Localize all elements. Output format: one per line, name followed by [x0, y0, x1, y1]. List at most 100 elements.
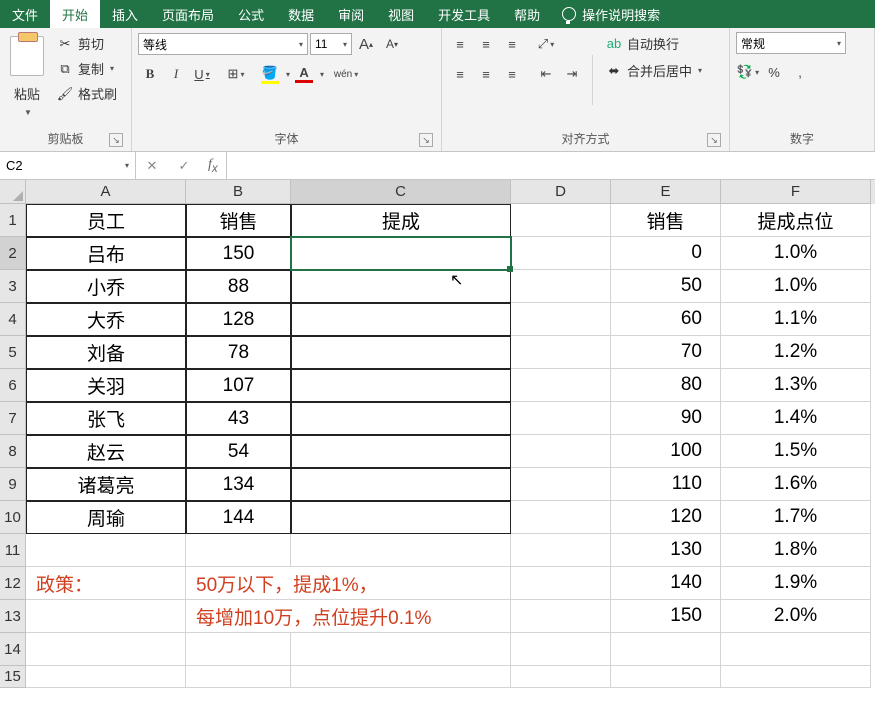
- cell[interactable]: [291, 534, 511, 567]
- cell-active[interactable]: [291, 237, 511, 270]
- cell[interactable]: 1.5%: [721, 435, 871, 468]
- alignment-dialog-launcher[interactable]: ↘: [707, 133, 721, 147]
- col-header-D[interactable]: D: [511, 180, 611, 204]
- tab-review[interactable]: 审阅: [326, 0, 376, 28]
- cell[interactable]: 政策：: [26, 567, 186, 600]
- cell[interactable]: [511, 303, 611, 336]
- align-middle-button[interactable]: ≡: [474, 32, 498, 56]
- cell[interactable]: [511, 402, 611, 435]
- cell[interactable]: 每增加10万，点位提升0.1%: [186, 600, 511, 633]
- row-header-1[interactable]: 1: [0, 204, 26, 237]
- align-center-button[interactable]: ≡: [474, 62, 498, 86]
- merge-center-button[interactable]: ⬌ 合并后居中▾: [601, 59, 706, 82]
- cell[interactable]: 小乔: [26, 270, 186, 303]
- format-painter-button[interactable]: 🖌 格式刷: [52, 82, 121, 105]
- cell[interactable]: [511, 567, 611, 600]
- col-header-B[interactable]: B: [186, 180, 291, 204]
- cell[interactable]: [26, 600, 186, 633]
- cell[interactable]: 0: [611, 237, 721, 270]
- cell[interactable]: [291, 303, 511, 336]
- comma-format-button[interactable]: ,: [788, 60, 812, 84]
- percent-format-button[interactable]: %: [762, 60, 786, 84]
- cell[interactable]: [291, 633, 511, 666]
- cell[interactable]: [611, 666, 721, 688]
- cell[interactable]: 提成点位: [721, 204, 871, 237]
- row-header-9[interactable]: 9: [0, 468, 26, 501]
- cell[interactable]: [291, 336, 511, 369]
- tell-me-search[interactable]: 操作说明搜索: [552, 0, 670, 28]
- cell[interactable]: 1.2%: [721, 336, 871, 369]
- tab-insert[interactable]: 插入: [100, 0, 150, 28]
- fx-icon[interactable]: fx: [200, 157, 226, 175]
- cell[interactable]: [26, 666, 186, 688]
- cell[interactable]: 43: [186, 402, 291, 435]
- cell[interactable]: 88: [186, 270, 291, 303]
- col-header-F[interactable]: F: [721, 180, 871, 204]
- bold-button[interactable]: B: [138, 62, 162, 86]
- paste-button[interactable]: 粘贴▼: [6, 32, 48, 120]
- tab-file[interactable]: 文件: [0, 0, 50, 28]
- cell[interactable]: [511, 666, 611, 688]
- cell[interactable]: 144: [186, 501, 291, 534]
- row-header-6[interactable]: 6: [0, 369, 26, 402]
- cell[interactable]: 1.0%: [721, 237, 871, 270]
- align-bottom-button[interactable]: ≡: [500, 32, 524, 56]
- cell[interactable]: [511, 501, 611, 534]
- cell[interactable]: [291, 270, 511, 303]
- phonetic-guide-button[interactable]: wén▾: [334, 62, 358, 86]
- tab-formula[interactable]: 公式: [226, 0, 276, 28]
- cell[interactable]: 1.0%: [721, 270, 871, 303]
- increase-indent-button[interactable]: ⇥: [560, 62, 584, 86]
- col-header-A[interactable]: A: [26, 180, 186, 204]
- tab-home[interactable]: 开始: [50, 0, 100, 28]
- cell[interactable]: [291, 435, 511, 468]
- cell[interactable]: [511, 633, 611, 666]
- font-name-select[interactable]: 等线▾: [138, 33, 308, 55]
- cell[interactable]: [511, 336, 611, 369]
- cell[interactable]: 60: [611, 303, 721, 336]
- cell[interactable]: [511, 600, 611, 633]
- align-right-button[interactable]: ≡: [500, 62, 524, 86]
- fill-color-button[interactable]: 🪣: [258, 64, 282, 85]
- cell[interactable]: [511, 204, 611, 237]
- cell[interactable]: [721, 666, 871, 688]
- cell[interactable]: 50: [611, 270, 721, 303]
- cancel-formula-button[interactable]: ✕: [136, 152, 168, 179]
- cell[interactable]: 70: [611, 336, 721, 369]
- tab-developer[interactable]: 开发工具: [426, 0, 502, 28]
- cell[interactable]: 周瑜: [26, 501, 186, 534]
- cell[interactable]: [291, 369, 511, 402]
- cell[interactable]: 销售: [186, 204, 291, 237]
- cell[interactable]: 员工: [26, 204, 186, 237]
- row-header-8[interactable]: 8: [0, 435, 26, 468]
- copy-button[interactable]: ⧉ 复制▾: [52, 57, 121, 80]
- cell[interactable]: [721, 633, 871, 666]
- cell[interactable]: 1.3%: [721, 369, 871, 402]
- cell[interactable]: 150: [186, 237, 291, 270]
- name-box[interactable]: C2▾: [0, 152, 136, 179]
- row-header-7[interactable]: 7: [0, 402, 26, 435]
- italic-button[interactable]: I: [164, 62, 188, 86]
- row-header-13[interactable]: 13: [0, 600, 26, 633]
- cell[interactable]: 1.7%: [721, 501, 871, 534]
- orientation-button[interactable]: ⤢▾: [534, 32, 558, 56]
- wrap-text-button[interactable]: ab 自动换行: [601, 32, 706, 55]
- tab-data[interactable]: 数据: [276, 0, 326, 28]
- cell[interactable]: 150: [611, 600, 721, 633]
- row-header-3[interactable]: 3: [0, 270, 26, 303]
- cell[interactable]: 1.1%: [721, 303, 871, 336]
- row-header-11[interactable]: 11: [0, 534, 26, 567]
- row-header-10[interactable]: 10: [0, 501, 26, 534]
- cell[interactable]: [186, 534, 291, 567]
- tab-help[interactable]: 帮助: [502, 0, 552, 28]
- cell[interactable]: [291, 402, 511, 435]
- row-header-4[interactable]: 4: [0, 303, 26, 336]
- decrease-font-button[interactable]: A▾: [380, 32, 404, 56]
- cell[interactable]: [511, 369, 611, 402]
- cell[interactable]: 提成: [291, 204, 511, 237]
- cell[interactable]: 107: [186, 369, 291, 402]
- clipboard-dialog-launcher[interactable]: ↘: [109, 133, 123, 147]
- number-format-select[interactable]: 常规▾: [736, 32, 846, 54]
- cell[interactable]: 关羽: [26, 369, 186, 402]
- cell[interactable]: 刘备: [26, 336, 186, 369]
